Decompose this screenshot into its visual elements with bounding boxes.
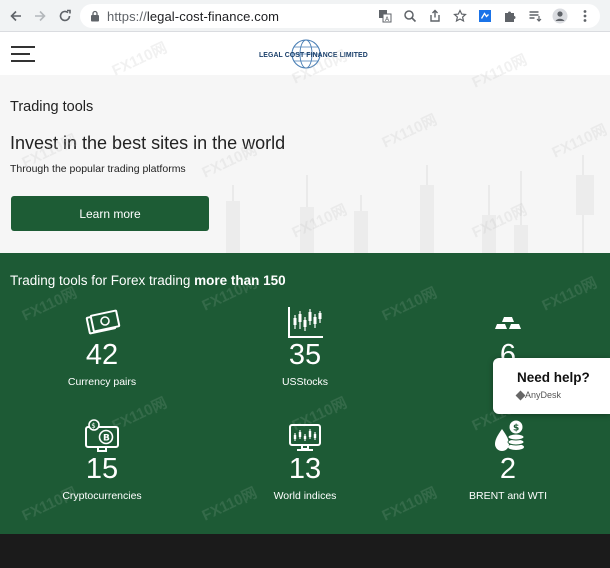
svg-text:$: $ xyxy=(513,424,519,434)
hero-section: Trading tools Invest in the best sites i… xyxy=(0,75,610,253)
stat-value: 13 xyxy=(288,453,322,485)
site-logo[interactable]: LEGAL COST FINANCE LIMITED xyxy=(259,37,377,71)
profile-icon[interactable] xyxy=(551,7,569,25)
stat-value: 42 xyxy=(85,339,119,371)
svg-text:$: $ xyxy=(91,422,95,430)
reload-icon[interactable] xyxy=(55,6,75,26)
footer-band xyxy=(0,534,610,568)
url-text[interactable]: https://legal-cost-finance.com xyxy=(107,9,279,24)
reading-list-icon[interactable] xyxy=(526,7,544,25)
crypto-screen-icon: $ B xyxy=(85,419,119,452)
bookmark-star-icon[interactable] xyxy=(451,7,469,25)
stat-label: Currency pairs xyxy=(67,376,137,388)
stat-brent-wti: $ 2 BRENT and WTI xyxy=(418,419,598,502)
logo-text: LEGAL COST FINANCE LIMITED xyxy=(259,49,368,59)
stat-value: 35 xyxy=(288,339,322,371)
anydesk-icon xyxy=(515,390,526,401)
stat-label: Cryptocurrencies xyxy=(62,490,142,502)
section-title: Trading tools for Forex trading more tha… xyxy=(10,273,286,288)
svg-text:B: B xyxy=(103,434,110,444)
help-subtitle: AnyDesk xyxy=(525,390,562,400)
lock-icon[interactable] xyxy=(90,10,100,22)
stat-value: 15 xyxy=(85,453,119,485)
hero-eyebrow: Trading tools xyxy=(10,99,94,115)
stat-cryptocurrencies: $ B 15 Cryptocurrencies xyxy=(12,419,192,502)
hamburger-menu-icon[interactable] xyxy=(11,46,35,62)
indices-screen-icon xyxy=(289,424,321,451)
extension-icon[interactable] xyxy=(476,7,494,25)
stat-label: USStocks xyxy=(281,376,329,388)
stat-label: World indices xyxy=(273,490,337,502)
hero-subtitle: Through the popular trading platforms xyxy=(10,163,186,175)
gold-bars-icon xyxy=(495,317,521,329)
stat-currency-pairs: 42 Currency pairs xyxy=(12,305,192,388)
learn-more-button[interactable]: Learn more xyxy=(11,196,209,231)
site-header: LEGAL COST FINANCE LIMITED xyxy=(0,33,610,75)
address-bar[interactable]: https://legal-cost-finance.com A xyxy=(80,4,600,28)
browser-toolbar: https://legal-cost-finance.com A xyxy=(0,0,610,32)
puzzle-icon[interactable] xyxy=(501,7,519,25)
need-help-widget[interactable]: Need help? AnyDesk xyxy=(493,358,610,414)
translate-icon[interactable]: A xyxy=(376,7,394,25)
help-title: Need help? xyxy=(517,370,590,385)
forward-icon[interactable] xyxy=(30,6,50,26)
stat-label: BRENT and WTI xyxy=(469,490,547,502)
oil-coins-icon: $ xyxy=(495,420,525,451)
share-icon[interactable] xyxy=(426,7,444,25)
menu-dots-icon[interactable] xyxy=(576,7,594,25)
candlestick-chart-icon xyxy=(288,307,323,338)
hero-title: Invest in the best sites in the world xyxy=(10,133,286,153)
stat-value: 2 xyxy=(499,453,517,485)
stat-world-indices: 13 World indices xyxy=(215,419,395,502)
money-icon xyxy=(85,309,121,335)
stat-us-stocks: 35 USStocks xyxy=(215,305,395,388)
zoom-icon[interactable] xyxy=(401,7,419,25)
back-icon[interactable] xyxy=(6,6,26,26)
